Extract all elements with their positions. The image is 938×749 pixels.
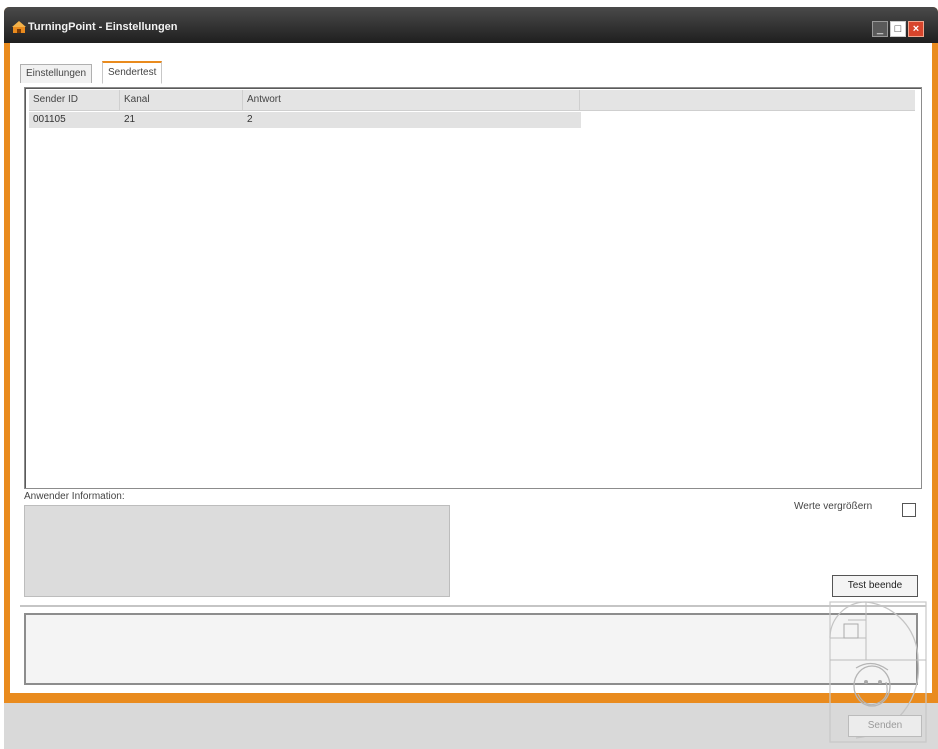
user-info-label: Anwender Information:: [24, 491, 125, 502]
end-test-button[interactable]: Test beende: [832, 575, 918, 597]
minimize-button[interactable]: _: [872, 21, 888, 37]
tab-einstellungen[interactable]: Einstellungen: [20, 64, 93, 83]
cell-sender-id: 001105: [33, 114, 66, 125]
tab-sendertest[interactable]: Sendertest: [102, 61, 163, 84]
bottom-panel: [24, 613, 918, 685]
table-row[interactable]: 001105 21 2: [29, 112, 581, 128]
list-header: Sender ID Kanal Antwort: [29, 90, 915, 111]
column-header-sender-id[interactable]: Sender ID: [29, 90, 120, 110]
title-bar: TurningPoint - Einstellungen _ □ ×: [4, 7, 938, 43]
app-window: TurningPoint - Einstellungen _ □ × Einst…: [4, 7, 938, 703]
window-client-area: Einstellungen Sendertest Sender ID Kanal…: [10, 43, 932, 693]
close-button[interactable]: ×: [908, 21, 924, 37]
send-button[interactable]: Senden: [848, 715, 922, 737]
sender-list[interactable]: Sender ID Kanal Antwort 001105 21 2: [24, 87, 922, 489]
app-icon: [12, 21, 26, 33]
status-bar: [4, 703, 938, 749]
divider: [20, 605, 926, 607]
enlarge-values-checkbox[interactable]: [902, 503, 916, 517]
user-info-box: [24, 505, 450, 597]
cell-antwort: 2: [247, 114, 253, 125]
close-icon: ×: [912, 23, 920, 35]
window-title: TurningPoint - Einstellungen: [28, 21, 178, 33]
maximize-button[interactable]: □: [890, 21, 906, 37]
column-header-antwort[interactable]: Antwort: [243, 90, 580, 110]
cell-kanal: 21: [124, 114, 136, 125]
enlarge-values-label: Werte vergrößern: [794, 501, 873, 512]
maximize-icon: □: [894, 23, 902, 35]
column-header-kanal[interactable]: Kanal: [120, 90, 243, 110]
minimize-icon: _: [876, 23, 884, 35]
